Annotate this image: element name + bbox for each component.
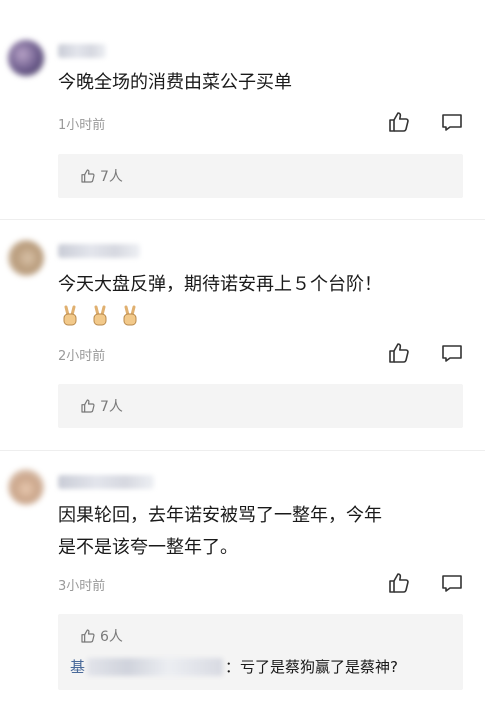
- victory-hand-icon: [93, 305, 107, 326]
- comment-icon[interactable]: [440, 571, 464, 595]
- comment-icon[interactable]: [440, 341, 464, 365]
- comment-1: 今晚全场的消费由菜公子买单 1小时前 7人: [0, 0, 485, 220]
- like-icon[interactable]: [387, 571, 411, 595]
- reply-item[interactable]: 基 ：亏了是蔡狗赢了是蔡神?: [70, 656, 398, 677]
- emoji-row: [58, 304, 142, 328]
- likes-count: 7人: [100, 399, 123, 415]
- likes-count: 6人: [100, 629, 123, 645]
- comment-2: 今天大盘反弹，期待诺安再上５个台阶！ 2小时前 7人: [0, 220, 485, 450]
- like-icon[interactable]: [387, 110, 411, 134]
- reply-username-blurred: [87, 657, 224, 676]
- victory-hand-icon: [63, 305, 77, 326]
- comment-text-line1: 因果轮回，去年诺安被骂了一整年，今年: [58, 505, 382, 526]
- comment-text: 今天大盘反弹，期待诺安再上５个台阶！: [58, 274, 382, 295]
- thumbs-up-icon: [80, 168, 96, 184]
- likes-count-row[interactable]: 6人: [80, 626, 123, 646]
- thumbs-up-icon: [80, 398, 96, 414]
- reply-username[interactable]: 基: [70, 656, 85, 677]
- likes-panel: 7人: [58, 154, 463, 198]
- like-icon[interactable]: [387, 341, 411, 365]
- username-blurred[interactable]: [58, 244, 140, 258]
- likes-count: 7人: [100, 169, 123, 185]
- comment-3: 因果轮回，去年诺安被骂了一整年，今年 是不是该夸一整年了。 3小时前 6人 基 …: [0, 451, 485, 707]
- comment-icon[interactable]: [440, 110, 464, 134]
- username-blurred[interactable]: [58, 475, 154, 489]
- comment-time: 2小时前: [58, 349, 106, 364]
- comment-text: 今晚全场的消费由菜公子买单: [58, 72, 292, 93]
- username-blurred[interactable]: [58, 44, 106, 58]
- thumbs-up-icon: [80, 628, 96, 644]
- avatar[interactable]: [8, 240, 44, 276]
- likes-panel: 7人: [58, 384, 463, 428]
- likes-count-row[interactable]: 7人: [80, 166, 123, 186]
- comment-text-line2: 是不是该夸一整年了。: [58, 537, 238, 558]
- comment-time: 1小时前: [58, 118, 106, 133]
- likes-and-replies-panel: 6人 基 ：亏了是蔡狗赢了是蔡神?: [58, 614, 463, 690]
- reply-text: ：亏了是蔡狗赢了是蔡神?: [225, 658, 398, 676]
- avatar[interactable]: [8, 40, 44, 76]
- avatar[interactable]: [8, 469, 44, 505]
- comment-time: 3小时前: [58, 579, 106, 594]
- victory-hand-icon: [123, 305, 137, 326]
- likes-count-row[interactable]: 7人: [80, 396, 123, 416]
